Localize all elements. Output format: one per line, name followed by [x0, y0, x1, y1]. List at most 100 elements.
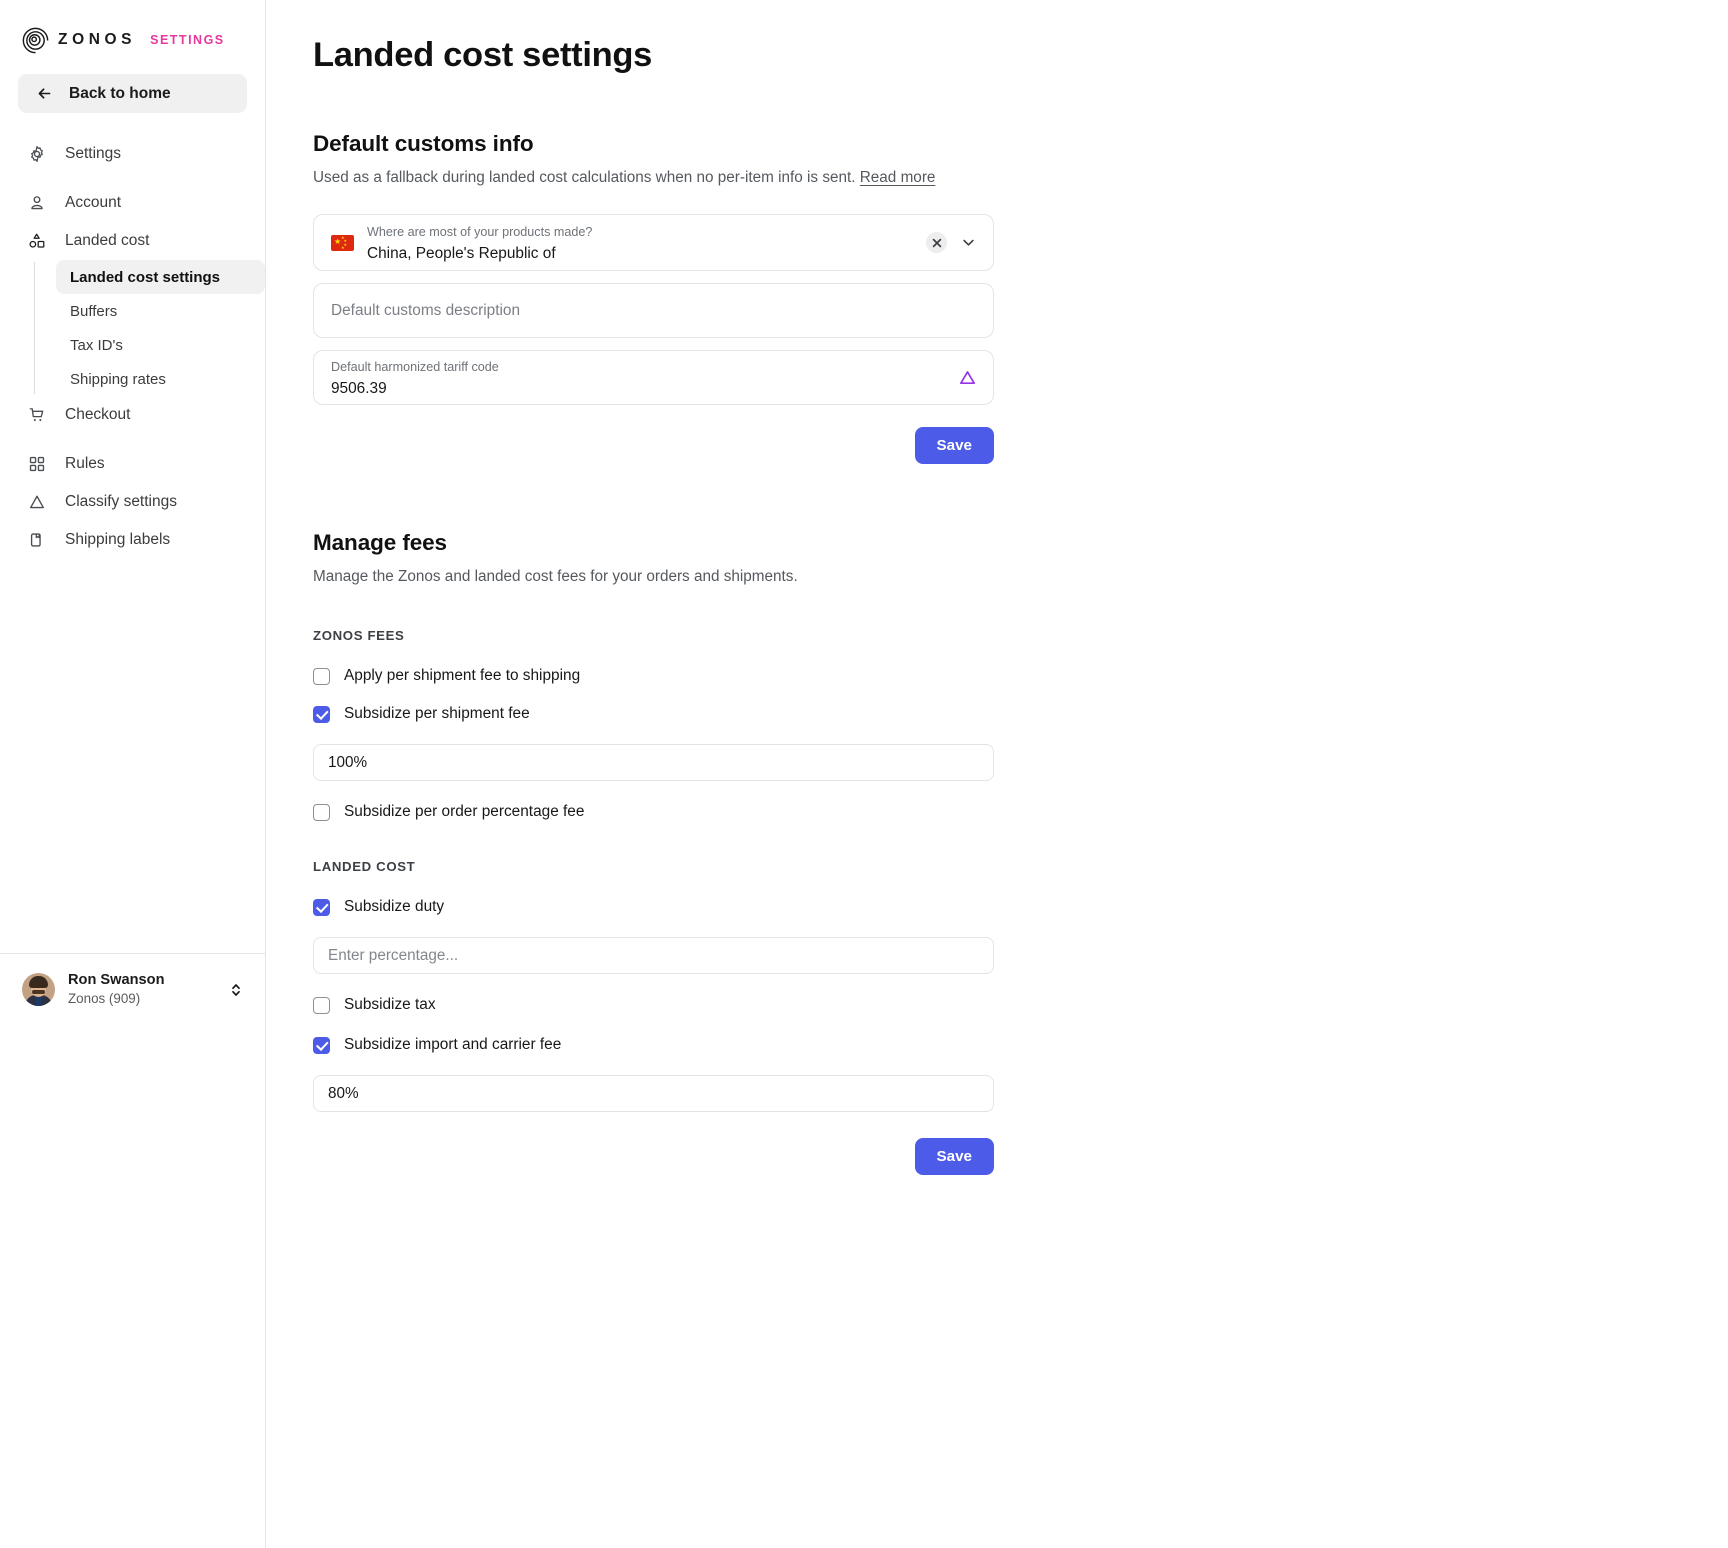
- brand-word: ZONOS: [58, 31, 137, 48]
- fees-save-row: Save: [313, 1138, 994, 1175]
- sidebar-subitem-label: Shipping rates: [70, 370, 166, 388]
- triangle-icon: [30, 495, 44, 509]
- sidebar-item-buffers[interactable]: Buffers: [56, 294, 265, 328]
- checkbox-label: Subsidize import and carrier fee: [344, 1036, 562, 1053]
- customs-form: ★ ★ ★ ★ ★ Where are most of your products ma…: [313, 214, 994, 405]
- sidebar-item-label: Checkout: [65, 406, 131, 423]
- sidebar-nav: Settings Account Landed cost Landed cost…: [0, 135, 265, 559]
- shapes-icon: [29, 233, 45, 248]
- checkbox-label: Apply per shipment fee to shipping: [344, 667, 581, 684]
- apply-per-shipment-fee-checkbox-row[interactable]: Apply per shipment fee to shipping: [313, 667, 1728, 685]
- sidebar-subitem-label: Landed cost settings: [70, 268, 221, 286]
- subsidize-tax-checkbox[interactable]: [313, 996, 330, 1014]
- app-root: ZONOS SETTINGS Back to home Settings Acc…: [0, 0, 1728, 1548]
- avatar: [22, 973, 55, 1006]
- subsidize-per-order-percentage-fee-checkbox-row[interactable]: Subsidize per order percentage fee: [313, 803, 1728, 821]
- country-field-body: Where are most of your products made? Ch…: [367, 223, 926, 263]
- label-tag-icon: [30, 533, 41, 547]
- checkbox-label: Subsidize tax: [344, 996, 436, 1013]
- sidebar-item-landed-cost[interactable]: Landed cost: [0, 222, 265, 260]
- country-field-label: Where are most of your products made?: [367, 224, 593, 239]
- tariff-field-label: Default harmonized tariff code: [331, 359, 499, 374]
- sidebar-item-label: Rules: [65, 455, 105, 472]
- country-of-manufacture-select[interactable]: ★ ★ ★ ★ ★ Where are most of your products ma…: [313, 214, 994, 271]
- sidebar-item-label: Classify settings: [65, 493, 177, 510]
- customs-description-text: Used as a fallback during landed cost ca…: [313, 169, 856, 186]
- sidebar-item-label: Account: [65, 194, 122, 211]
- shopping-cart-icon: [29, 408, 44, 422]
- country-field-value: China, People's Republic of: [367, 244, 556, 262]
- fees-description: Manage the Zonos and landed cost fees fo…: [313, 568, 798, 585]
- subsidize-per-shipment-fee-checkbox[interactable]: [313, 705, 330, 723]
- per-shipment-percentage-value: 100%: [328, 753, 368, 771]
- fees-heading: Manage fees: [313, 530, 447, 555]
- sidebar-item-classify-settings[interactable]: Classify settings: [0, 483, 265, 521]
- save-customs-button[interactable]: Save: [914, 427, 994, 464]
- sidebar-item-settings[interactable]: Settings: [0, 135, 265, 173]
- tariff-body: Default harmonized tariff code 9506.39: [331, 358, 958, 398]
- brand-sub: SETTINGS: [150, 33, 225, 47]
- sidebar-item-account[interactable]: Account: [0, 184, 265, 222]
- sidebar-item-rules[interactable]: Rules: [0, 445, 265, 483]
- sidebar-item-shipping-labels[interactable]: Shipping labels: [0, 521, 265, 559]
- checkbox-label: Subsidize duty: [344, 898, 445, 915]
- close-icon: [932, 238, 941, 247]
- default-harmonized-tariff-code-input[interactable]: Default harmonized tariff code 9506.39: [313, 350, 994, 405]
- duty-percentage-input[interactable]: Enter percentage...: [313, 937, 994, 974]
- back-to-home-label: Back to home: [69, 84, 171, 102]
- sidebar-item-shipping-rates[interactable]: Shipping rates: [56, 362, 265, 396]
- save-fees-button[interactable]: Save: [914, 1138, 994, 1175]
- page-title: Landed cost settings: [313, 36, 653, 74]
- apply-per-shipment-fee-checkbox[interactable]: [313, 667, 330, 685]
- default-customs-info-section: Default customs info Used as a fallback …: [313, 131, 1728, 464]
- warning-triangle-icon[interactable]: [958, 368, 977, 387]
- grid-squares-icon: [29, 456, 45, 472]
- zonos-spiral-logo-icon: [22, 27, 49, 54]
- customs-desc-body: Default customs description: [331, 302, 977, 320]
- user-icon: [31, 196, 43, 210]
- subsidize-import-and-carrier-fee-checkbox[interactable]: [313, 1036, 330, 1054]
- sidebar-item-tax-ids[interactable]: Tax ID's: [56, 328, 265, 362]
- duty-percentage-placeholder: Enter percentage...: [328, 946, 459, 964]
- sidebar-subitem-label: Tax ID's: [70, 336, 123, 354]
- checkbox-label: Subsidize per shipment fee: [344, 705, 530, 722]
- checkbox-label: Subsidize per order percentage fee: [344, 803, 585, 820]
- subsidize-import-and-carrier-fee-checkbox-row[interactable]: Subsidize import and carrier fee: [313, 1036, 1728, 1054]
- customs-desc-placeholder: Default customs description: [331, 301, 521, 319]
- sidebar-subitem-label: Buffers: [70, 302, 118, 320]
- sidebar-subnav: Landed cost settings Buffers Tax ID's Sh…: [34, 260, 265, 396]
- sidebar-item-checkout[interactable]: Checkout: [0, 396, 265, 434]
- manage-fees-section: Manage fees Manage the Zonos and landed …: [313, 530, 1728, 1175]
- user-name: Ron Swanson: [68, 972, 165, 989]
- subsidize-tax-checkbox-row[interactable]: Subsidize tax: [313, 996, 1728, 1014]
- sidebar-item-label: Landed cost: [65, 232, 150, 249]
- main-content: Landed cost settings Default customs inf…: [266, 0, 1728, 1548]
- sidebar-item-landed-cost-settings[interactable]: Landed cost settings: [56, 260, 265, 294]
- subsidize-duty-checkbox[interactable]: [313, 898, 330, 916]
- sidebar-item-label: Shipping labels: [65, 531, 171, 548]
- sidebar: ZONOS SETTINGS Back to home Settings Acc…: [0, 0, 266, 1548]
- subsidize-per-shipment-fee-checkbox-row[interactable]: Subsidize per shipment fee: [313, 705, 1728, 723]
- chevron-down-icon[interactable]: [960, 234, 977, 251]
- user-org: Zonos (909): [68, 991, 141, 1007]
- arrow-left-icon: [38, 88, 51, 99]
- chevron-up-down-icon: [232, 983, 240, 996]
- landed-cost-group-label: LANDED COST: [313, 859, 416, 874]
- per-shipment-percentage-input[interactable]: 100%: [313, 744, 994, 781]
- import-carrier-percentage-input[interactable]: 80%: [313, 1075, 994, 1112]
- brand-logo[interactable]: ZONOS SETTINGS: [0, 0, 265, 58]
- customs-save-row: Save: [313, 427, 994, 464]
- subsidize-per-order-percentage-fee-checkbox[interactable]: [313, 803, 330, 821]
- tariff-field-value: 9506.39: [331, 379, 387, 397]
- import-carrier-percentage-value: 80%: [328, 1084, 359, 1102]
- clear-x-icon[interactable]: [926, 232, 947, 253]
- flag-china-icon: ★ ★ ★ ★ ★: [331, 234, 354, 251]
- read-more-link[interactable]: Read more: [860, 169, 936, 186]
- gear-icon: [31, 145, 43, 163]
- user-info: Ron Swanson Zonos (909): [68, 971, 216, 1008]
- user-account-switcher[interactable]: Ron Swanson Zonos (909): [0, 953, 265, 1008]
- back-to-home-button[interactable]: Back to home: [18, 74, 247, 113]
- subsidize-duty-checkbox-row[interactable]: Subsidize duty: [313, 898, 1728, 916]
- default-customs-description-input[interactable]: Default customs description: [313, 283, 994, 338]
